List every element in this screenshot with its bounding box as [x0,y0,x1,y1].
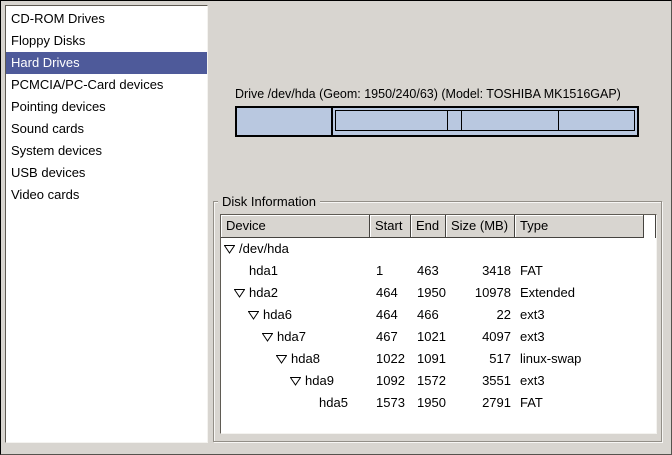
column-header-filler [644,215,656,238]
start-value: 464 [370,282,411,304]
partition-segment-hda9 [462,111,559,130]
device-category-list: CD-ROM Drives Floppy Disks Hard Drives P… [5,5,208,443]
end-value: 1091 [411,348,446,370]
partition-extended-region [333,108,637,135]
start-value: 464 [370,304,411,326]
device-name: hda9 [305,370,334,392]
column-header-start[interactable]: Start [370,215,411,238]
sidebar-item-video-cards[interactable]: Video cards [6,184,207,206]
size-value: 22 [446,304,515,326]
start-value: 1573 [370,392,411,414]
type-value: ext3 [515,370,644,392]
table-row[interactable]: hda2 464 1950 10978 Extended [221,282,656,304]
end-value [411,238,446,260]
expander-icon[interactable] [224,245,235,254]
size-value: 517 [446,348,515,370]
disk-information-frame-label: Disk Information [218,194,320,209]
device-name: hda6 [263,304,292,326]
partition-segment-hda7 [336,111,448,130]
table-row[interactable]: hda5 1573 1950 2791 FAT [221,392,656,414]
size-value: 3418 [446,260,515,282]
start-value: 1092 [370,370,411,392]
sidebar-item-pointing-devices[interactable]: Pointing devices [6,96,207,118]
size-value: 2791 [446,392,515,414]
sidebar-item-floppy-disks[interactable]: Floppy Disks [6,30,207,52]
type-value: Extended [515,282,644,304]
column-header-device[interactable]: Device [221,215,370,238]
end-value: 1021 [411,326,446,348]
sidebar-item-pcmcia-devices[interactable]: PCMCIA/PC-Card devices [6,74,207,96]
table-row[interactable]: hda9 1092 1572 3551 ext3 [221,370,656,392]
end-value: 1950 [411,392,446,414]
device-name: hda1 [249,260,278,282]
disk-information-table: Device Start End Size (MB) Type /dev/hda… [220,214,657,434]
end-value: 1950 [411,282,446,304]
sidebar-item-cdrom-drives[interactable]: CD-ROM Drives [6,8,207,30]
expander-icon[interactable] [276,355,287,364]
type-value: FAT [515,260,644,282]
device-name: /dev/hda [239,238,289,260]
partition-segment-hda8 [448,111,462,130]
type-value: ext3 [515,304,644,326]
column-header-end[interactable]: End [411,215,446,238]
device-name: hda2 [249,282,278,304]
expander-icon[interactable] [262,333,273,342]
partition-logical-strip [335,110,635,131]
sidebar-item-system-devices[interactable]: System devices [6,140,207,162]
end-value: 466 [411,304,446,326]
table-row[interactable]: hda6 464 466 22 ext3 [221,304,656,326]
table-row[interactable]: hda8 1022 1091 517 linux-swap [221,348,656,370]
end-value: 1572 [411,370,446,392]
size-value: 3551 [446,370,515,392]
type-value: linux-swap [515,348,644,370]
sidebar-item-sound-cards[interactable]: Sound cards [6,118,207,140]
table-row[interactable]: hda7 467 1021 4097 ext3 [221,326,656,348]
drive-title: Drive /dev/hda (Geom: 1950/240/63) (Mode… [235,87,645,101]
end-value: 463 [411,260,446,282]
type-value: ext3 [515,326,644,348]
column-header-size[interactable]: Size (MB) [446,215,515,238]
sidebar-item-usb-devices[interactable]: USB devices [6,162,207,184]
device-name: hda7 [277,326,306,348]
partition-segment-hda1 [237,108,333,135]
size-value [446,238,515,260]
type-value: FAT [515,392,644,414]
expander-icon[interactable] [290,377,301,386]
type-value [515,238,644,260]
start-value: 1022 [370,348,411,370]
partition-segment-hda5 [559,111,634,130]
device-name: hda8 [291,348,320,370]
expander-icon[interactable] [248,311,259,320]
start-value: 1 [370,260,411,282]
start-value [370,238,411,260]
expander-icon[interactable] [234,289,245,298]
table-row[interactable]: /dev/hda [221,238,656,260]
table-row[interactable]: hda1 1 463 3418 FAT [221,260,656,282]
hardware-browser-window: CD-ROM Drives Floppy Disks Hard Drives P… [0,0,672,455]
sidebar-item-hard-drives[interactable]: Hard Drives [6,52,207,74]
partition-bar [235,106,639,137]
device-name: hda5 [319,392,348,414]
column-header-type[interactable]: Type [515,215,644,238]
table-header-row: Device Start End Size (MB) Type [221,215,656,238]
size-value: 10978 [446,282,515,304]
size-value: 4097 [446,326,515,348]
start-value: 467 [370,326,411,348]
